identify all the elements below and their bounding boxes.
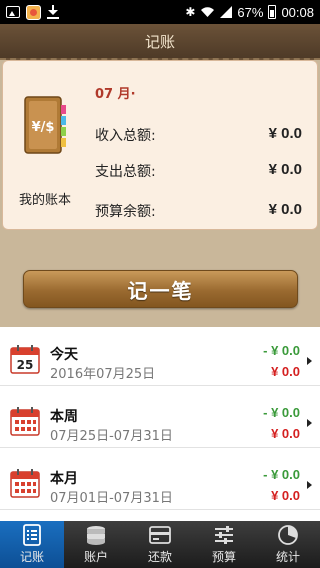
period-title: 今天	[50, 347, 78, 363]
income-total-value: ¥ 0.0	[268, 125, 302, 142]
signal-icon	[220, 6, 233, 18]
budget-balance-value: ¥ 0.0	[268, 201, 302, 218]
download-icon	[47, 5, 59, 19]
period-expense: ¥ 0.0	[271, 488, 300, 503]
nav-item-statistics[interactable]: 统计	[256, 521, 320, 568]
coins-icon	[87, 526, 105, 545]
image-icon	[6, 6, 20, 18]
period-date-range: 2016年07月25日	[50, 367, 156, 382]
period-item-today[interactable]: 25 今天 2016年07月25日 - ¥ 0.0 ¥ 0.0	[0, 331, 320, 386]
nav-item-accounts[interactable]: 账户	[64, 521, 128, 568]
nav-label: 还款	[147, 550, 172, 564]
page-title: 记账	[144, 32, 175, 51]
income-total-row: 收入总额: ¥ 0.0	[95, 125, 307, 145]
nav-label: 账户	[83, 550, 108, 564]
expense-total-value: ¥ 0.0	[268, 161, 302, 178]
budget-balance-label: 预算余额:	[95, 204, 156, 220]
nav-item-repayment[interactable]: 还款	[128, 521, 192, 568]
list-icon	[23, 524, 41, 546]
title-bar: 记账	[0, 24, 320, 60]
record-entry-button[interactable]: 记一笔	[23, 270, 298, 308]
chevron-right-icon	[307, 419, 312, 427]
bluetooth-icon: ✱	[185, 5, 196, 19]
card-icon	[149, 526, 171, 544]
period-title: 本周	[50, 409, 78, 425]
nav-label: 统计	[275, 550, 300, 564]
book-label: 我的账本	[18, 193, 71, 208]
battery-icon	[268, 5, 277, 19]
budget-balance-row: 预算余额: ¥ 0.0	[95, 201, 307, 221]
period-income: - ¥ 0.0	[263, 343, 300, 358]
month-label: 07 月·	[95, 87, 136, 102]
period-item-week[interactable]: 本周 07月25日-07月31日 - ¥ 0.0 ¥ 0.0	[0, 393, 320, 448]
period-date-range: 07月25日-07月31日	[50, 429, 173, 444]
wifi-icon	[201, 7, 215, 17]
clock: 00:08	[281, 4, 314, 20]
period-title: 本月	[50, 471, 78, 487]
income-total-label: 收入总额:	[95, 128, 156, 144]
expense-total-row: 支出总额: ¥ 0.0	[95, 161, 307, 181]
period-expense: ¥ 0.0	[271, 426, 300, 441]
period-income: - ¥ 0.0	[263, 405, 300, 420]
status-bar: ✱ 67% 00:08	[0, 0, 320, 24]
period-expense: ¥ 0.0	[271, 364, 300, 379]
ledger-book-icon[interactable]: ¥/$	[23, 95, 67, 155]
pie-chart-icon	[278, 525, 298, 545]
period-list: 25 今天 2016年07月25日 - ¥ 0.0 ¥ 0.0 本周 07月25…	[0, 327, 320, 522]
nav-item-budget[interactable]: 预算	[192, 521, 256, 568]
chevron-right-icon	[307, 357, 312, 365]
battery-percent: 67%	[237, 4, 264, 20]
expense-total-label: 支出总额:	[95, 164, 156, 180]
app-icon	[26, 4, 41, 20]
period-income: - ¥ 0.0	[263, 467, 300, 482]
sliders-icon	[215, 526, 233, 544]
period-item-month[interactable]: 本月 07月01日-07月31日 - ¥ 0.0 ¥ 0.0	[0, 455, 320, 510]
nav-label: 预算	[211, 550, 236, 564]
calendar-day-number: 25	[17, 358, 34, 372]
nav-item-bookkeeping[interactable]: 记账	[0, 521, 64, 568]
calendar-day-text: 25	[17, 358, 34, 372]
summary-card: ¥/$ 我的账本 07 月· 收入总额: ¥ 0.0 支出总额: ¥ 0.0 预…	[2, 60, 318, 230]
svg-text:¥/$: ¥/$	[32, 120, 55, 135]
chevron-right-icon	[307, 481, 312, 489]
bottom-nav: 记账 账户 还款 预算 统计	[0, 521, 320, 568]
period-date-range: 07月01日-07月31日	[50, 491, 173, 506]
calendar-grid-icon	[10, 469, 40, 498]
nav-label: 记账	[19, 550, 44, 564]
calendar-grid-icon	[10, 407, 40, 436]
